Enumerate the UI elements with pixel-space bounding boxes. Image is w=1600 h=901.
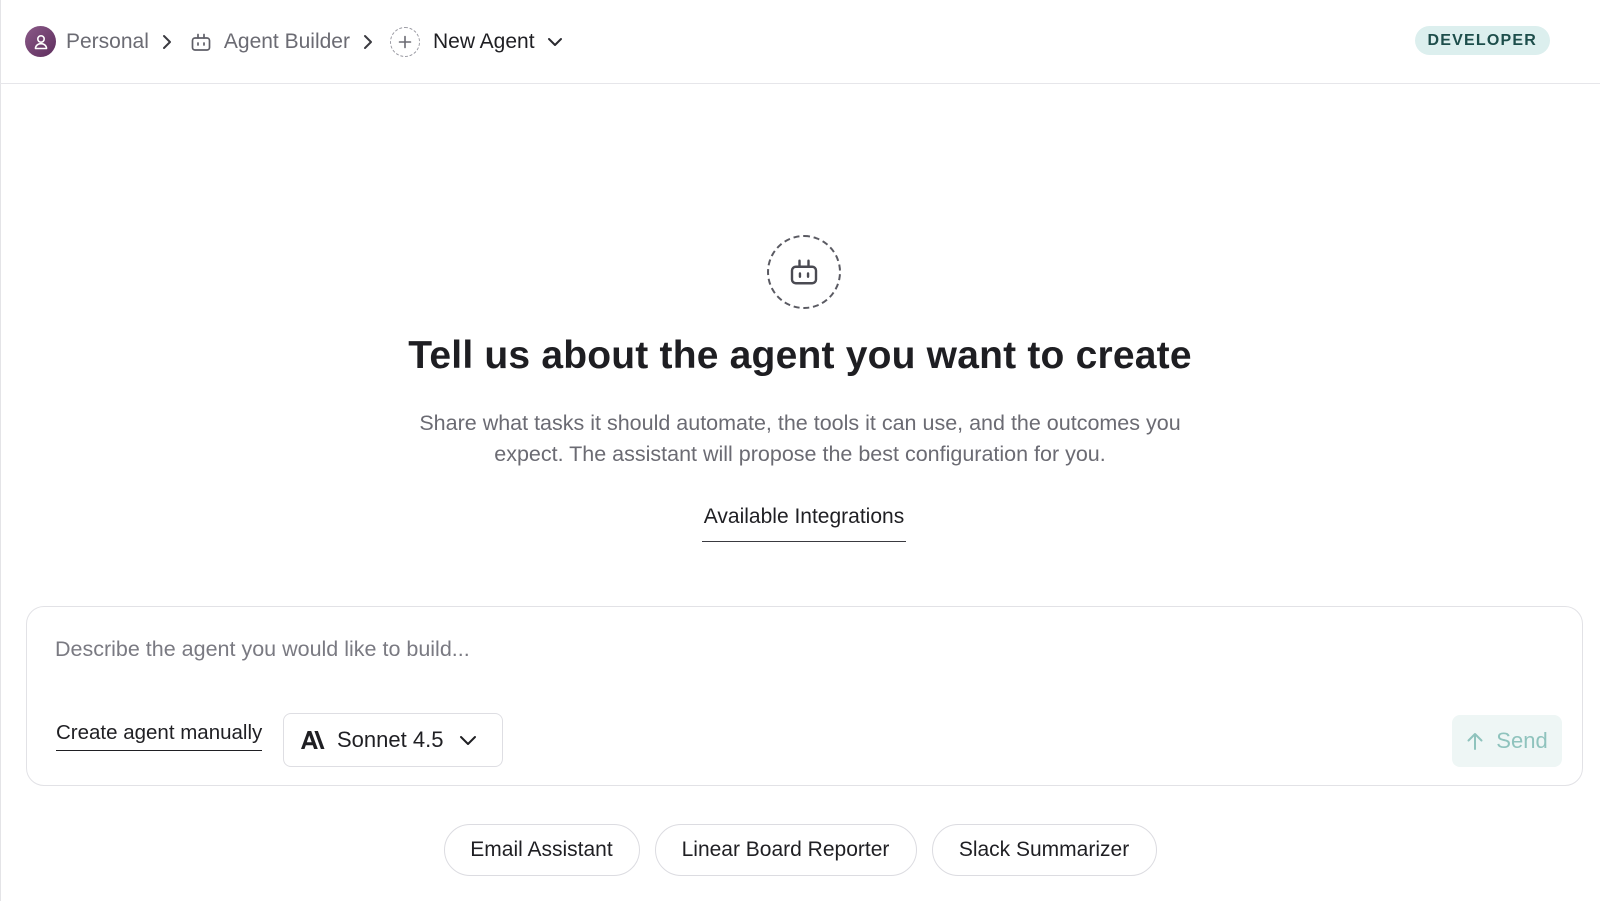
top-bar: Personal Agent Builder New Agent DEVELOP… <box>0 0 1600 84</box>
avatar[interactable] <box>25 26 56 57</box>
robot-icon <box>767 235 841 309</box>
page-subtitle: Share what tasks it should automate, the… <box>419 411 1181 466</box>
breadcrumb-personal[interactable]: Personal <box>66 30 149 54</box>
developer-badge: DEVELOPER <box>1414 26 1550 55</box>
suggestion-chip[interactable]: Email Assistant <box>443 824 640 876</box>
create-agent-manually-link[interactable]: Create agent manually <box>56 721 263 751</box>
model-selector[interactable]: Sonnet 4.5 <box>283 713 503 767</box>
send-label: Send <box>1496 728 1548 753</box>
suggestion-chip[interactable]: Slack Summarizer <box>931 824 1157 876</box>
page-title: Tell us about the agent you want to crea… <box>408 334 1192 377</box>
arrow-up-icon <box>1467 733 1483 750</box>
suggestion-chip[interactable]: Linear Board Reporter <box>654 824 917 876</box>
plus-icon <box>389 26 420 57</box>
suggestion-chips: Email Assistant Linear Board Reporter Sl… <box>0 824 1600 876</box>
breadcrumb-new-agent[interactable]: New Agent <box>433 30 535 54</box>
available-integrations-link[interactable]: Available Integrations <box>702 505 906 542</box>
agent-composer: Create agent manually Sonnet 4.5 Send <box>26 606 1583 786</box>
agent-description-input[interactable] <box>55 637 1055 662</box>
chevron-down-icon <box>459 734 477 746</box>
send-button[interactable]: Send <box>1452 715 1562 767</box>
chevron-down-icon[interactable] <box>547 36 563 48</box>
anthropic-logo-icon <box>301 731 325 749</box>
chevron-right-icon <box>161 34 173 50</box>
robot-icon <box>189 30 213 54</box>
user-icon <box>34 34 47 49</box>
breadcrumb-agent-builder[interactable]: Agent Builder <box>224 30 350 54</box>
breadcrumb: Personal Agent Builder New Agent <box>25 26 563 57</box>
chevron-right-icon <box>362 34 374 50</box>
left-divider <box>0 0 1 901</box>
model-label: Sonnet 4.5 <box>337 727 444 752</box>
